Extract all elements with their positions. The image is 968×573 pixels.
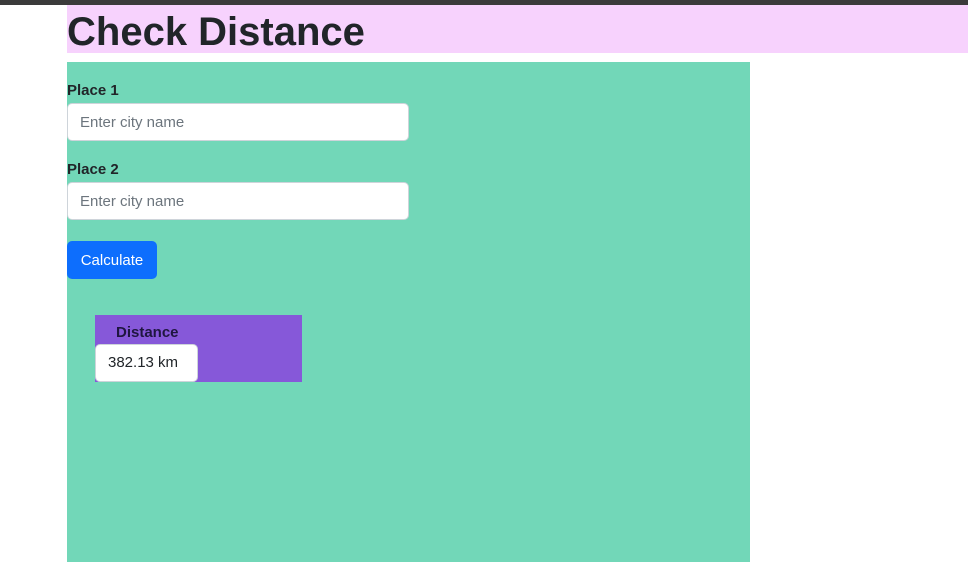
place1-label: Place 1 <box>67 82 119 99</box>
distance-label: Distance <box>116 324 179 341</box>
place2-input[interactable] <box>67 182 409 220</box>
distance-value: 382.13 km <box>95 344 198 382</box>
page-title: Check Distance <box>67 10 365 54</box>
page-header: Check Distance <box>67 5 968 54</box>
place1-input[interactable] <box>67 103 409 141</box>
distance-form-panel: Place 1 Place 2 Calculate Distance 382.1… <box>67 62 750 562</box>
place2-label: Place 2 <box>67 161 119 178</box>
distance-result-box: Distance 382.13 km <box>95 315 302 382</box>
calculate-button[interactable]: Calculate <box>67 241 157 279</box>
